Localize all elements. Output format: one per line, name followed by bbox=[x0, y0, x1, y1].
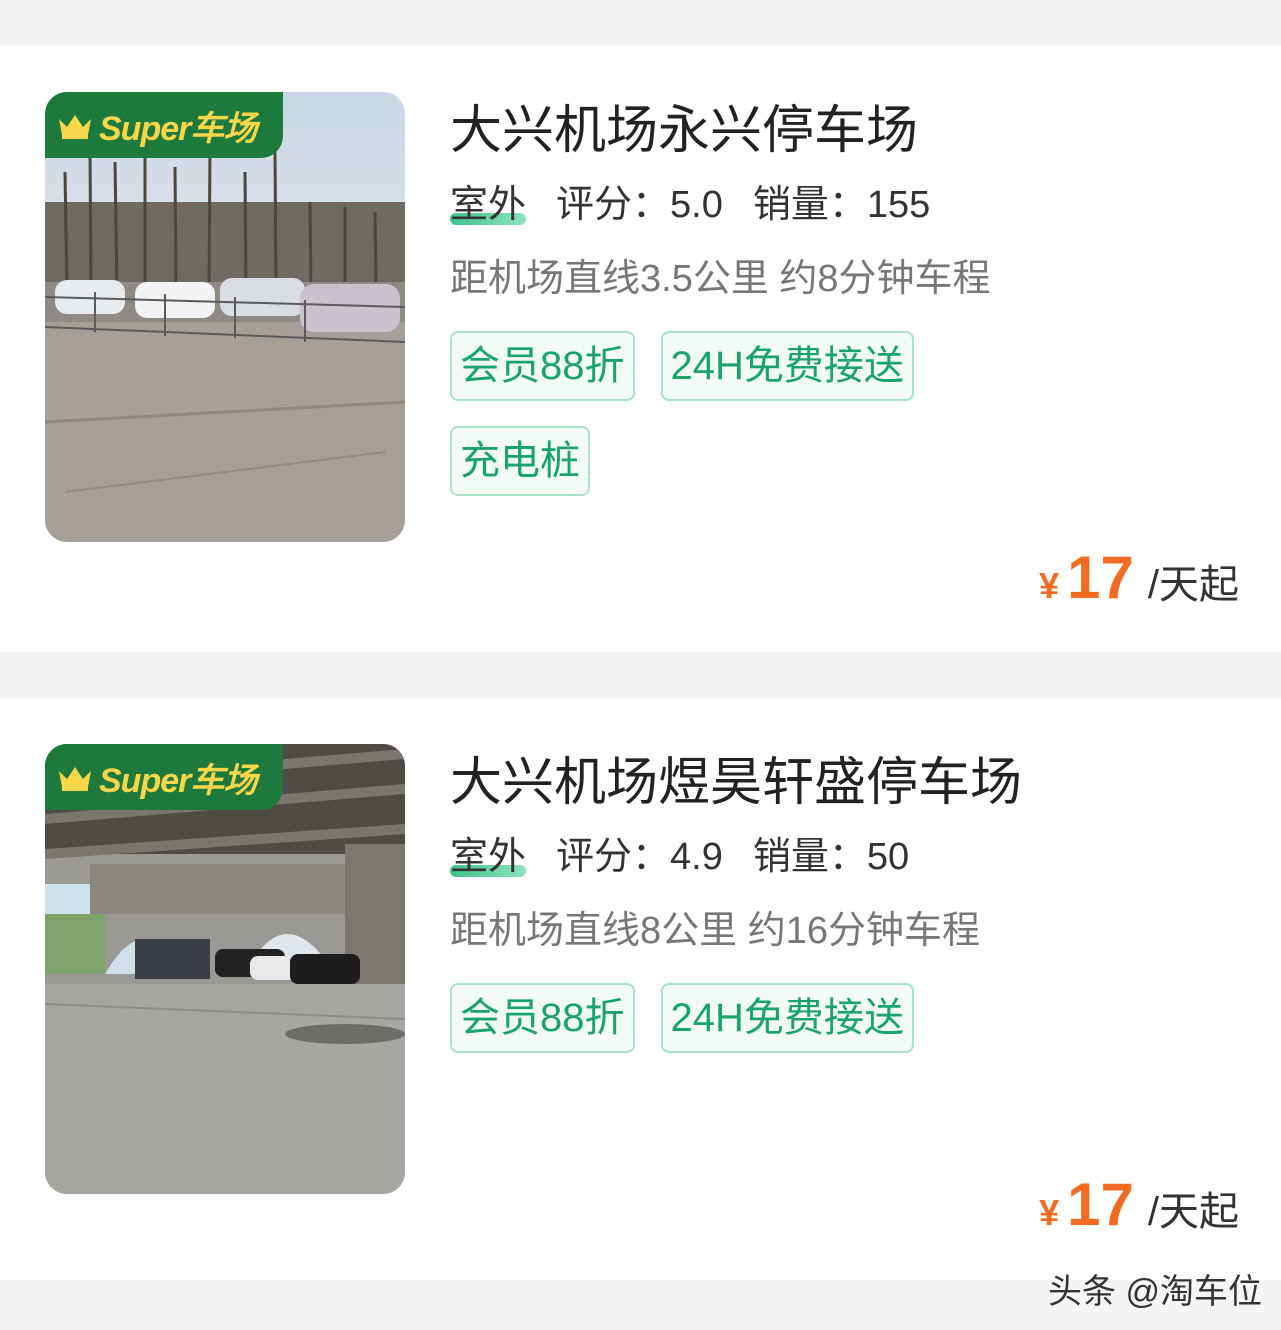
rating: 评分：5.0 bbox=[556, 184, 723, 226]
tag-list: 会员88折 24H免费接送 bbox=[450, 983, 1010, 1078]
parking-title[interactable]: 大兴机场永兴停车场 bbox=[450, 101, 1010, 161]
parking-photo[interactable]: Super车场 bbox=[45, 92, 405, 542]
environment-label: 室外 bbox=[450, 836, 527, 878]
distance-text: 距机场直线3.5公里 约8分钟车程 bbox=[450, 258, 991, 300]
price: ¥ 17 /天起 bbox=[1039, 543, 1239, 612]
tag-member-discount: 会员88折 bbox=[450, 331, 635, 401]
rating: 评分：4.9 bbox=[556, 836, 723, 878]
price-unit: /天起 bbox=[1147, 563, 1239, 607]
under-bridge-lot-photo bbox=[45, 744, 405, 1194]
tag-member-discount: 会员88折 bbox=[450, 983, 635, 1053]
badge-label: Super车场 bbox=[99, 109, 257, 148]
parking-photo[interactable]: Super车场 bbox=[45, 744, 405, 1194]
price-value: 17 bbox=[1067, 544, 1134, 611]
super-lot-badge: Super车场 bbox=[45, 92, 283, 158]
super-lot-badge: Super车场 bbox=[45, 744, 283, 810]
sales-count: 销量：155 bbox=[752, 184, 931, 226]
currency-symbol: ¥ bbox=[1039, 565, 1060, 606]
price: ¥ 17 /天起 bbox=[1039, 1170, 1239, 1239]
watermark: 头条 @淘车位 bbox=[1048, 1273, 1262, 1311]
badge-label: Super车场 bbox=[99, 761, 257, 800]
currency-symbol: ¥ bbox=[1039, 1192, 1060, 1233]
distance-text: 距机场直线8公里 约16分钟车程 bbox=[450, 910, 980, 952]
tag-free-shuttle: 24H免费接送 bbox=[660, 983, 914, 1053]
crown-icon bbox=[59, 767, 91, 791]
parking-card[interactable]: Super车场 大兴机场煜昊轩盛停车场 室外 评分：4.9 销量：50 距机场直… bbox=[0, 698, 1281, 1280]
price-unit: /天起 bbox=[1147, 1190, 1239, 1234]
parking-title[interactable]: 大兴机场煜昊轩盛停车场 bbox=[450, 753, 1022, 813]
price-value: 17 bbox=[1067, 1171, 1134, 1238]
tag-list: 会员88折 24H免费接送 充电桩 bbox=[450, 331, 1010, 521]
parking-info: 大兴机场煜昊轩盛停车场 室外 评分：4.9 销量：50 距机场直线8公里 约16… bbox=[450, 753, 1022, 1078]
sales-count: 销量：50 bbox=[752, 836, 910, 878]
parking-info: 大兴机场永兴停车场 室外 评分：5.0 销量：155 距机场直线3.5公里 约8… bbox=[450, 101, 1010, 521]
tag-free-shuttle: 24H免费接送 bbox=[660, 331, 914, 401]
environment-label: 室外 bbox=[450, 184, 527, 226]
parking-meta: 室外 评分：4.9 销量：50 bbox=[450, 835, 1022, 879]
crown-icon bbox=[59, 115, 91, 139]
parking-meta: 室外 评分：5.0 销量：155 bbox=[450, 183, 1010, 227]
tag-charging: 充电桩 bbox=[450, 426, 590, 496]
outdoor-lot-photo bbox=[45, 92, 405, 542]
parking-card[interactable]: Super车场 大兴机场永兴停车场 室外 评分：5.0 销量：155 距机场直线… bbox=[0, 46, 1281, 652]
